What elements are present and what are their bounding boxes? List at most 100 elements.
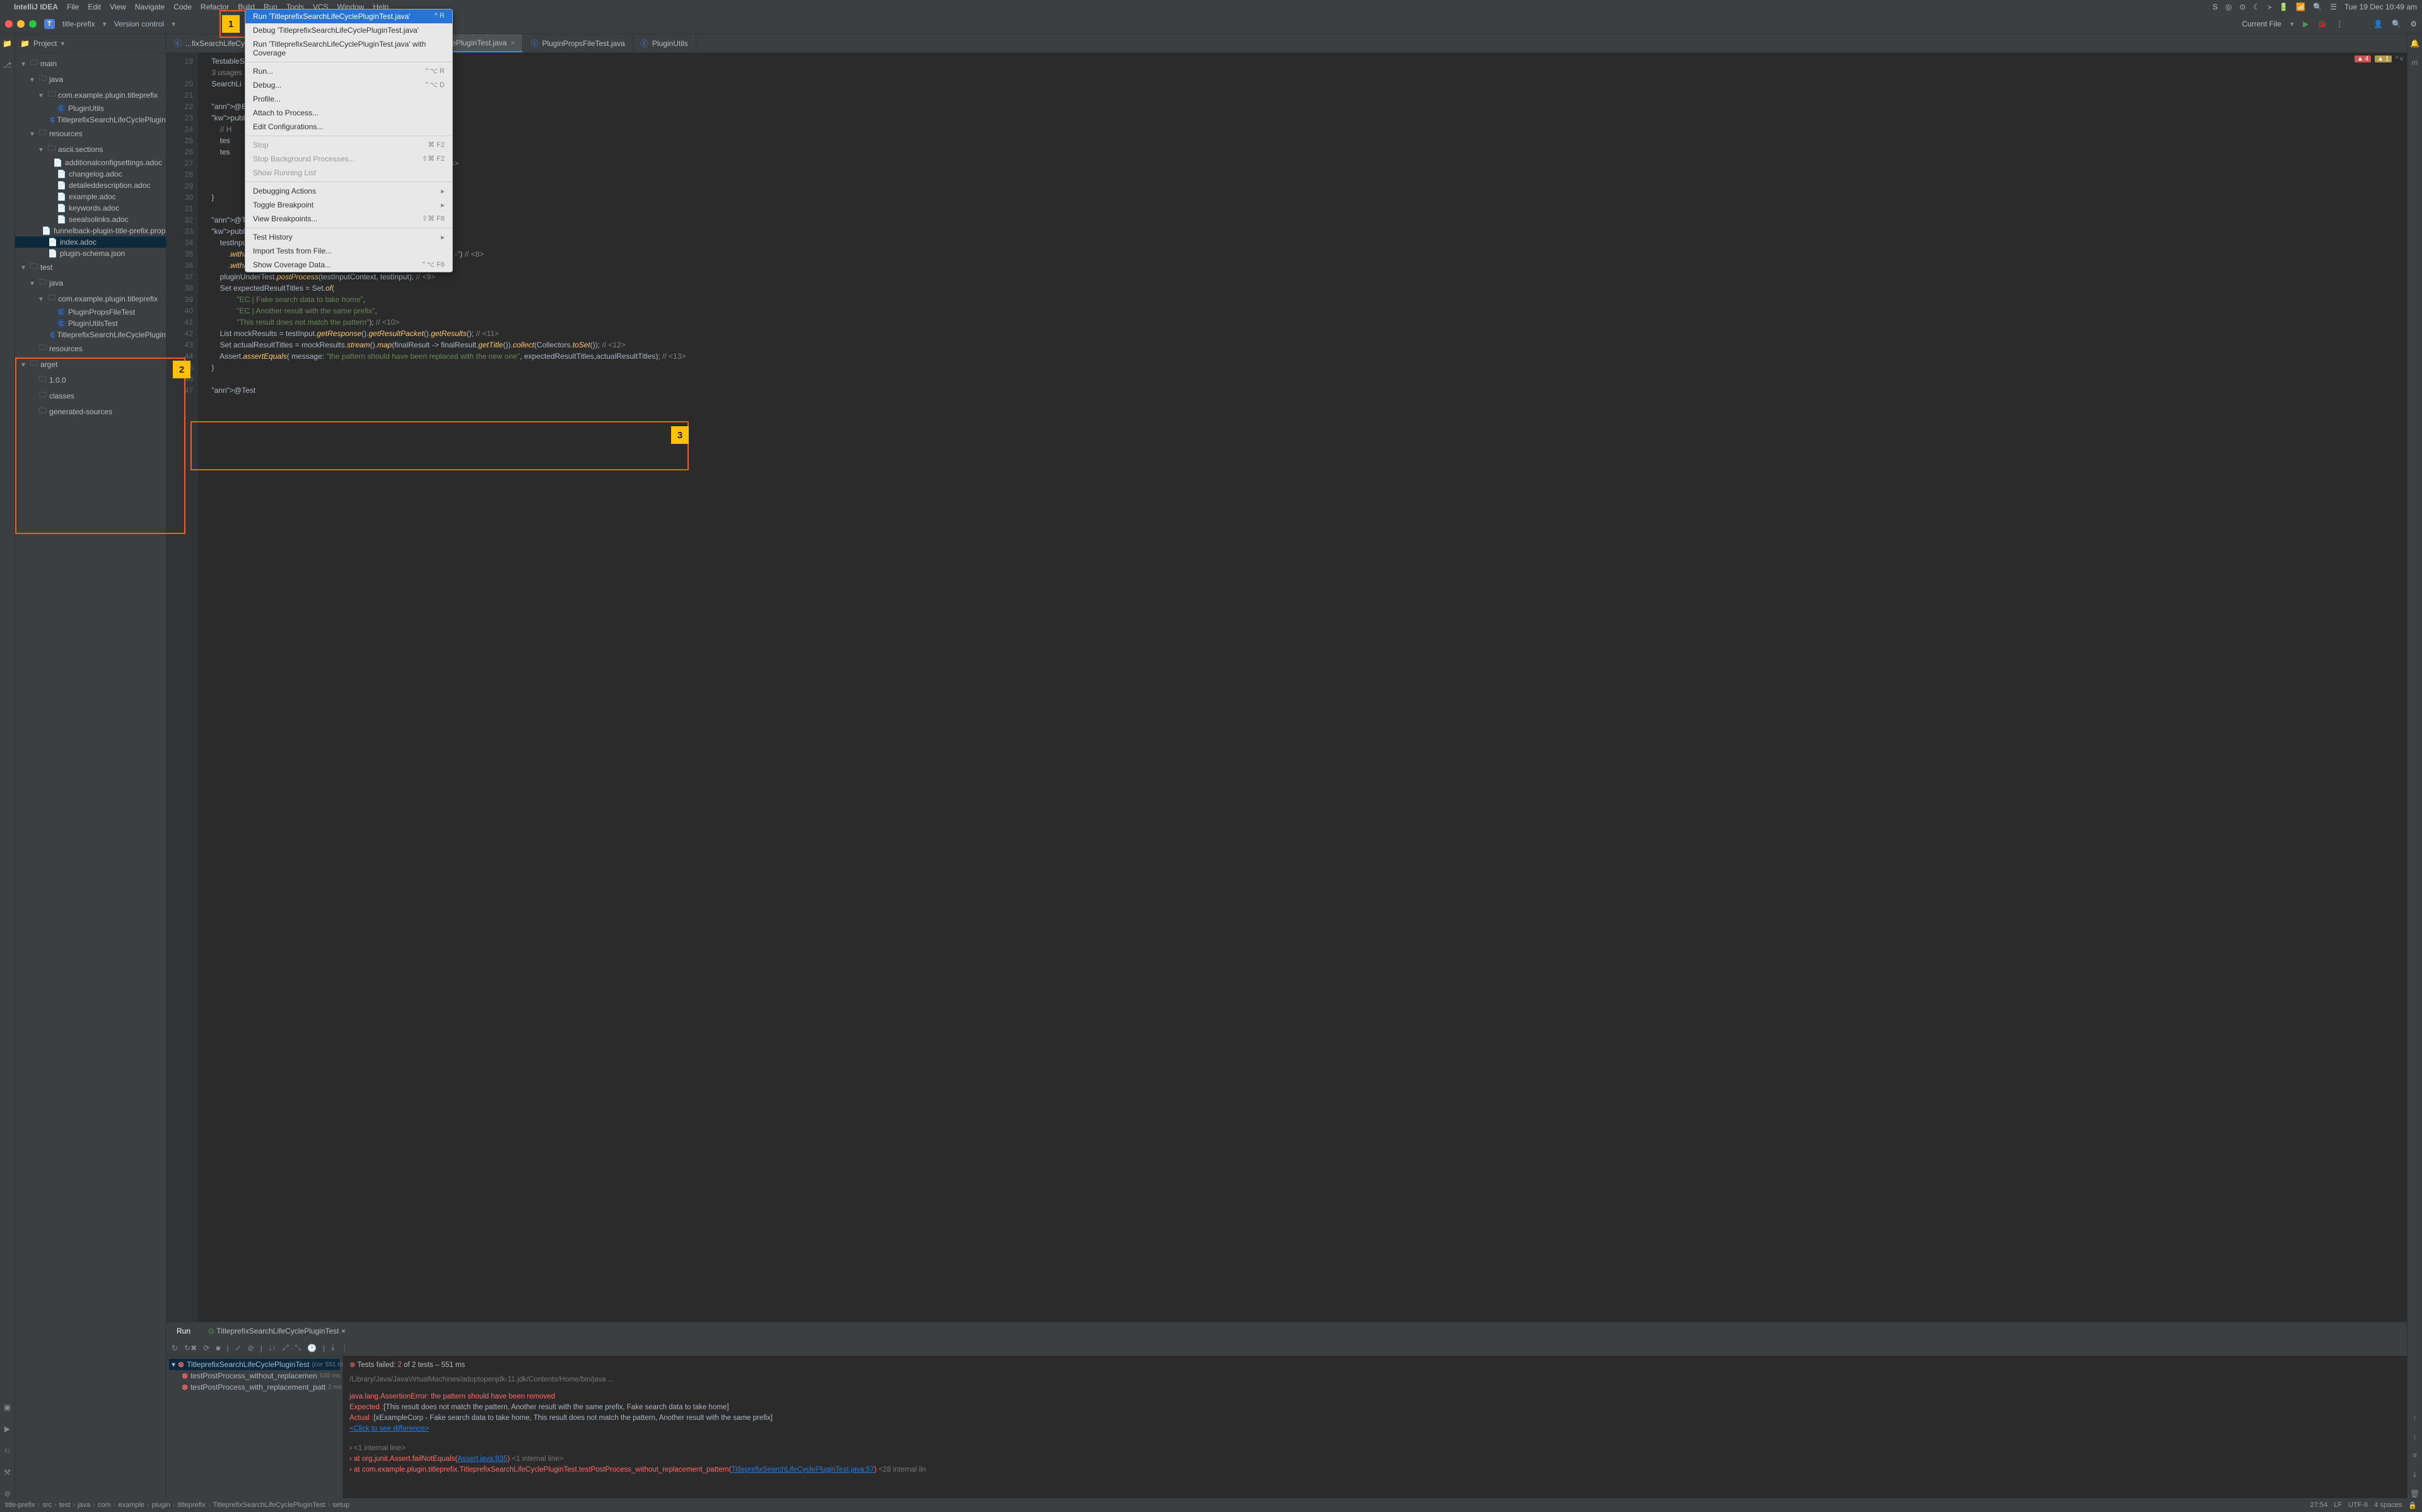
line-separator[interactable]: LF — [2334, 1501, 2342, 1509]
rerun-failed-icon[interactable]: ↻✖ — [184, 1344, 197, 1352]
editor-tabs[interactable]: ⓒ...fixSearchLifeCyclePlugin📄index.adocⓒ… — [167, 34, 2407, 53]
menu-item[interactable]: Debug 'TitleprefixSearchLifeCyclePluginT… — [245, 23, 452, 37]
menu-item[interactable]: Debug...⌃⌥ D — [245, 78, 452, 92]
structure-tool-icon[interactable]: ⎇ — [3, 61, 12, 69]
app-name[interactable]: IntelliJ IDEA — [14, 3, 58, 11]
problems-tool-icon[interactable]: ⊘ — [4, 1489, 10, 1498]
breadcrumb-item[interactable]: setup — [332, 1501, 349, 1509]
menu-item[interactable]: Run...⌃⌥ R — [245, 64, 452, 78]
test-item[interactable]: ▾⊗TitleprefixSearchLifeCyclePluginTest(c… — [169, 1359, 340, 1370]
status-icon[interactable]: ◎ — [2225, 3, 2232, 11]
settings-icon[interactable]: ⚙ — [2410, 20, 2417, 28]
more-icon[interactable]: ⋮ — [341, 1344, 348, 1352]
menu-item[interactable]: Stop⌘ F2 — [245, 138, 452, 152]
click-difference-link[interactable]: <Click to see difference> — [349, 1425, 429, 1433]
tree-item[interactable]: CTitleprefixSearchLifeCyclePluginTest — [15, 329, 166, 340]
tree-item[interactable]: ▾🗀java — [15, 71, 166, 87]
menu-item[interactable]: Show Coverage Data...⌃⌥ F6 — [245, 258, 452, 272]
menu-item[interactable]: Show Running List — [245, 166, 452, 180]
run-config-tab[interactable]: ⊙ TitleprefixSearchLifeCyclePluginTest × — [203, 1324, 351, 1338]
menu-item[interactable]: Import Tests from File... — [245, 244, 452, 258]
expand-icon[interactable]: ⤢ — [283, 1343, 289, 1352]
debug-icon[interactable]: 🐞 — [2317, 20, 2327, 28]
menu-item[interactable]: Debugging Actions▸ — [245, 184, 452, 198]
menu-item[interactable]: Run 'TitleprefixSearchLifeCyclePluginTes… — [245, 9, 452, 23]
breadcrumb-item[interactable]: example — [118, 1501, 144, 1509]
tree-item[interactable]: 📄example.adoc — [15, 191, 166, 202]
build-tool-icon[interactable]: ⚒ — [4, 1468, 11, 1477]
editor-tab[interactable]: ⓒPluginPropsFileTest.java — [523, 34, 633, 52]
export-icon[interactable]: ⤓ — [331, 1343, 334, 1352]
menu-refactor[interactable]: Refactor — [201, 3, 229, 11]
run-menu[interactable]: Run 'TitleprefixSearchLifeCyclePluginTes… — [245, 9, 453, 272]
tree-item[interactable]: 📄detaileddescription.adoc — [15, 180, 166, 191]
tree-item[interactable]: 📄changelog.adoc — [15, 168, 166, 180]
error-count[interactable]: ▲ 4 — [2355, 55, 2371, 62]
toggle-autotest-icon[interactable]: ⟳ — [203, 1344, 209, 1352]
breadcrumb-item[interactable]: plugin — [152, 1501, 170, 1509]
tree-item[interactable]: CPluginUtilsTest — [15, 318, 166, 329]
search-everywhere-icon[interactable]: 🔍 — [2392, 20, 2401, 28]
nav-up-icon[interactable]: ↑ — [2413, 1413, 2417, 1422]
test-console[interactable]: ⊗ Tests failed: 2 of 2 tests – 551 ms /L… — [343, 1356, 2407, 1498]
project-tree[interactable]: ▾🗀main▾🗀java ▾🗀com.example.plugin.titlepr… — [15, 53, 166, 1498]
nav-down-icon[interactable]: ↓ — [2413, 1432, 2417, 1441]
test-item[interactable]: ⊗testPostProcess_with_replacement_patt2 … — [169, 1381, 340, 1393]
tree-item[interactable]: ▾🗀main — [15, 55, 166, 71]
search-icon[interactable]: 🔍 — [2313, 3, 2322, 11]
stop-icon[interactable]: ■ — [216, 1344, 220, 1352]
test-tree[interactable]: ▾⊗TitleprefixSearchLifeCyclePluginTest(c… — [167, 1356, 343, 1498]
tree-item[interactable]: ▾🗀arget — [15, 356, 166, 372]
wifi-icon[interactable]: 📶 — [2296, 3, 2305, 11]
menu-item[interactable]: Stop Background Processes...⇧⌘ F2 — [245, 152, 452, 166]
vcs-widget[interactable]: Version control — [114, 20, 164, 28]
status-icon[interactable]: ⊙ — [2239, 3, 2245, 11]
menu-item[interactable]: View Breakpoints...⇧⌘ F8 — [245, 212, 452, 226]
run-config[interactable]: Current File — [2242, 20, 2281, 28]
breadcrumb-item[interactable]: title-prefix — [5, 1501, 35, 1509]
tree-item[interactable]: 📄keywords.adoc — [15, 202, 166, 214]
collapse-icon[interactable]: ⤡ — [295, 1343, 301, 1352]
breadcrumb-item[interactable]: test — [59, 1501, 71, 1509]
terminal-tool-icon[interactable]: ▣ — [4, 1403, 11, 1412]
menu-item[interactable]: Toggle Breakpoint▸ — [245, 198, 452, 212]
datetime[interactable]: Tue 19 Dec 10:49 am — [2344, 3, 2417, 11]
battery-icon[interactable]: 🔋 — [2279, 3, 2288, 11]
menu-item[interactable]: Run 'TitleprefixSearchLifeCyclePluginTes… — [245, 37, 452, 60]
minimize-window-button[interactable] — [17, 20, 25, 28]
menu-item[interactable]: Attach to Process... — [245, 106, 452, 120]
run-button-icon[interactable]: ▶ — [2303, 20, 2308, 28]
close-window-button[interactable] — [5, 20, 13, 28]
tree-item[interactable]: 📄seealsolinks.adoc — [15, 214, 166, 225]
tree-item[interactable]: 📄funnelback-plugin-title-prefix.properti… — [15, 225, 166, 236]
maximize-window-button[interactable] — [29, 20, 37, 28]
trash-icon[interactable]: 🗑 — [2410, 1489, 2419, 1498]
status-icon[interactable]: S — [2213, 3, 2218, 11]
project-name[interactable]: title-prefix — [62, 20, 95, 28]
code-with-me-icon[interactable]: 👤 — [2373, 20, 2383, 28]
project-tool-icon[interactable]: 📁 — [3, 39, 12, 48]
run-tool-icon[interactable]: ▶ — [4, 1424, 10, 1433]
file-encoding[interactable]: UTF-8 — [2348, 1501, 2368, 1509]
indent-setting[interactable]: 4 spaces — [2374, 1501, 2402, 1509]
bluetooth-icon[interactable]: ᚛ — [2267, 3, 2271, 11]
code-editor[interactable]: TestableSearch 3 usages SearchLi "ann">@… — [198, 53, 2407, 1322]
more-icon[interactable]: ⋮ — [2336, 20, 2343, 28]
tree-item[interactable]: ▾🗀resources — [15, 125, 166, 141]
menu-navigate[interactable]: Navigate — [135, 3, 165, 11]
maven-icon[interactable]: m — [2412, 58, 2418, 67]
tree-item[interactable]: 🗀resources — [15, 340, 166, 356]
breadcrumb-item[interactable]: java — [78, 1501, 90, 1509]
notifications-icon[interactable]: 🔔 — [2410, 39, 2419, 48]
tree-item[interactable]: 📄plugin-schema.json — [15, 248, 166, 259]
tree-item[interactable]: CPluginPropsFileTest — [15, 306, 166, 318]
control-center-icon[interactable]: ☰ — [2330, 3, 2337, 11]
tree-item[interactable]: 🗀generated-sources — [15, 404, 166, 419]
menu-edit[interactable]: Edit — [88, 3, 101, 11]
tree-item[interactable]: ▾🗀com.example.plugin.titleprefix — [15, 291, 166, 306]
show-ignored-icon[interactable]: ⊘ — [248, 1344, 254, 1352]
caret-position[interactable]: 27:54 — [2310, 1501, 2328, 1509]
inspections-widget[interactable]: ▲ 4 ▲ 1 ^ v — [2355, 55, 2403, 62]
sort-icon[interactable]: ↓↑ — [269, 1344, 276, 1352]
stack-link[interactable]: TitleprefixSearchLifeCyclePluginTest.jav… — [732, 1466, 875, 1474]
